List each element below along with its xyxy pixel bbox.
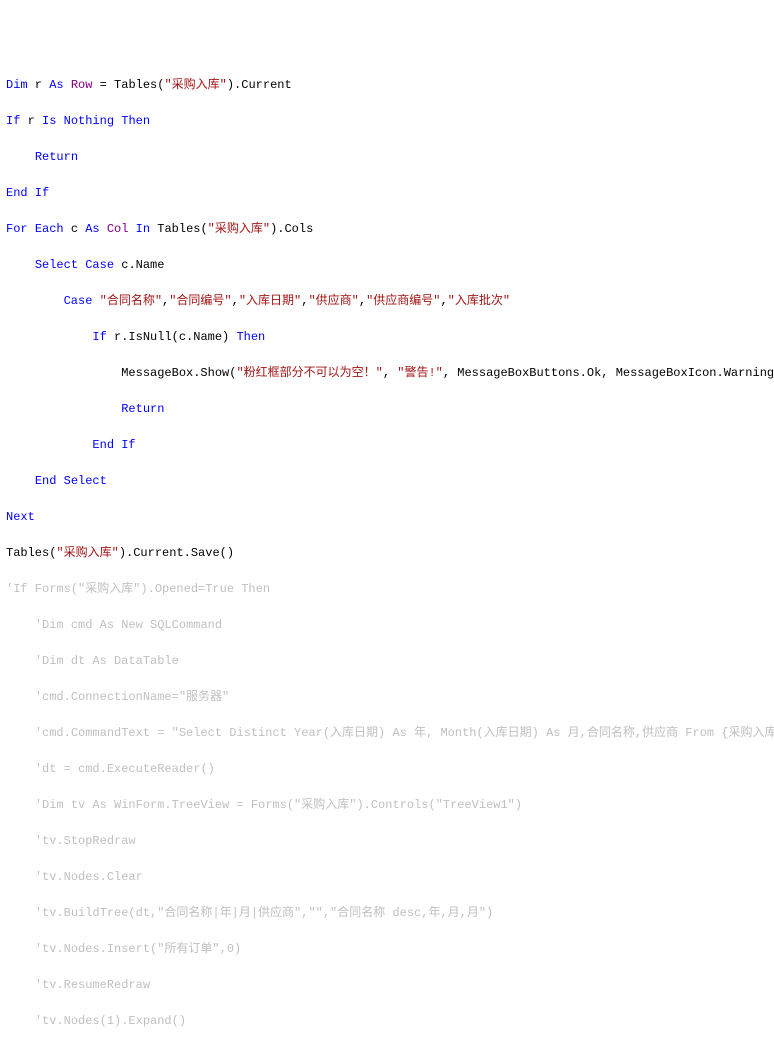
comment-line: 'cmd.CommandText = "Select Distinct Year…: [6, 724, 768, 742]
text: , MessageBoxButtons.Ok, MessageBoxIcon.W…: [443, 366, 774, 380]
comment-line: 'cmd.ConnectionName="服务器": [6, 688, 768, 706]
comment-text: 'tv.Nodes.Insert("所有订单",0): [35, 942, 241, 956]
text: r: [20, 114, 42, 128]
string-literal: "入库批次": [448, 294, 510, 308]
comment-line: 'tv.Nodes(1).Expand(): [6, 1012, 768, 1030]
comment-text: 'cmd.ConnectionName="服务器": [35, 690, 229, 704]
keyword-return: Return: [35, 150, 78, 164]
comment-text: 'tv.StopRedraw: [35, 834, 136, 848]
comment-text: 'tv.ResumeRedraw: [35, 978, 150, 992]
text: Tables(: [6, 546, 56, 560]
text: ,: [383, 366, 397, 380]
comment-text: 'tv.Nodes(1).Expand(): [35, 1014, 186, 1028]
keyword-next: Next: [6, 510, 35, 524]
comment-line: 'If Forms("采购入库").Opened=True Then: [6, 580, 768, 598]
comment-line: 'dt = cmd.ExecuteReader(): [6, 760, 768, 778]
text: [56, 474, 63, 488]
code-line: Return: [6, 400, 768, 418]
keyword-end: End: [35, 474, 57, 488]
keyword-case: Case: [64, 294, 93, 308]
code-line: MessageBox.Show("粉红框部分不可以为空！", "警告!", Me…: [6, 364, 768, 382]
comment-line: 'tv.ResumeRedraw: [6, 976, 768, 994]
string-literal: "供应商编号": [366, 294, 440, 308]
comment-line: 'Dim cmd As New SQLCommand: [6, 616, 768, 634]
text: MessageBox.Show(: [121, 366, 236, 380]
code-line: Dim r As Row = Tables("采购入库").Current: [6, 76, 768, 94]
type-row: Row: [64, 78, 93, 92]
text: r: [28, 78, 50, 92]
keyword-if: If: [28, 186, 50, 200]
code-line: Select Case c.Name: [6, 256, 768, 274]
string-literal: "粉红框部分不可以为空！": [236, 366, 382, 380]
keyword-if: If: [6, 114, 20, 128]
keyword-as: As: [49, 78, 63, 92]
keyword-dim: Dim: [6, 78, 28, 92]
code-line: For Each c As Col In Tables("采购入库").Cols: [6, 220, 768, 238]
code-line: Tables("采购入库").Current.Save(): [6, 544, 768, 562]
comment-text: 'Dim dt As DataTable: [35, 654, 179, 668]
string-literal: "采购入库": [208, 222, 270, 236]
text: ,: [359, 294, 366, 308]
text: [128, 222, 135, 236]
keyword-as: As: [85, 222, 99, 236]
keyword-select: Select: [35, 258, 78, 272]
comment-text: 'Dim cmd As New SQLCommand: [35, 618, 222, 632]
string-literal: "供应商": [308, 294, 358, 308]
string-literal: "入库日期": [239, 294, 301, 308]
text: Tables(: [150, 222, 208, 236]
code-line: If r Is Nothing Then: [6, 112, 768, 130]
text: ,: [440, 294, 447, 308]
string-literal: "合同编号": [169, 294, 231, 308]
comment-line: 'Dim dt As DataTable: [6, 652, 768, 670]
text: c.Name: [114, 258, 164, 272]
keyword-then: Then: [236, 330, 265, 344]
text: [92, 294, 99, 308]
text: r.IsNull(c.Name): [107, 330, 237, 344]
text: ).Current.Save(): [119, 546, 234, 560]
type-col: Col: [100, 222, 129, 236]
string-literal: "采购入库": [164, 78, 226, 92]
keyword-if: If: [92, 330, 106, 344]
code-line: Case "合同名称","合同编号","入库日期","供应商","供应商编号",…: [6, 292, 768, 310]
keyword-is: Is: [42, 114, 56, 128]
keyword-each: Each: [35, 222, 64, 236]
comment-line: 'tv.Nodes.Insert("所有订单",0): [6, 940, 768, 958]
code-line: End If: [6, 436, 768, 454]
comment-line: 'tv.Nodes.Clear: [6, 868, 768, 886]
comment-line: 'tv.BuildTree(dt,"合同名称|年|月|供应商","","合同名称…: [6, 904, 768, 922]
comment-line: 'Dim tv As WinForm.TreeView = Forms("采购入…: [6, 796, 768, 814]
code-line: Return: [6, 148, 768, 166]
code-line: Next: [6, 508, 768, 526]
text: ,: [232, 294, 239, 308]
comment-text: 'dt = cmd.ExecuteReader(): [35, 762, 215, 776]
text: ).Cols: [270, 222, 313, 236]
code-line: If r.IsNull(c.Name) Then: [6, 328, 768, 346]
keyword-for: For: [6, 222, 28, 236]
keyword-select: Select: [64, 474, 107, 488]
string-literal: "合同名称": [100, 294, 162, 308]
comment-text: 'cmd.CommandText = "Select Distinct Year…: [35, 726, 774, 740]
comment-text: 'Dim tv As WinForm.TreeView = Forms("采购入…: [35, 798, 522, 812]
text: [28, 222, 35, 236]
string-literal: "采购入库": [56, 546, 118, 560]
keyword-if: If: [114, 438, 136, 452]
text: [56, 114, 63, 128]
keyword-nothing: Nothing: [64, 114, 114, 128]
comment-text: 'tv.Nodes.Clear: [35, 870, 143, 884]
keyword-case: Case: [85, 258, 114, 272]
keyword-in: In: [136, 222, 150, 236]
text: ).Current: [227, 78, 292, 92]
comment-line: 'tv.StopRedraw: [6, 832, 768, 850]
comment-text: 'tv.BuildTree(dt,"合同名称|年|月|供应商","","合同名称…: [35, 906, 493, 920]
keyword-end: End: [6, 186, 28, 200]
keyword-return: Return: [121, 402, 164, 416]
keyword-then: Then: [121, 114, 150, 128]
text: c: [64, 222, 86, 236]
code-line: End If: [6, 184, 768, 202]
text: = Tables(: [92, 78, 164, 92]
string-literal: "警告!": [397, 366, 443, 380]
keyword-end: End: [92, 438, 114, 452]
code-line: End Select: [6, 472, 768, 490]
